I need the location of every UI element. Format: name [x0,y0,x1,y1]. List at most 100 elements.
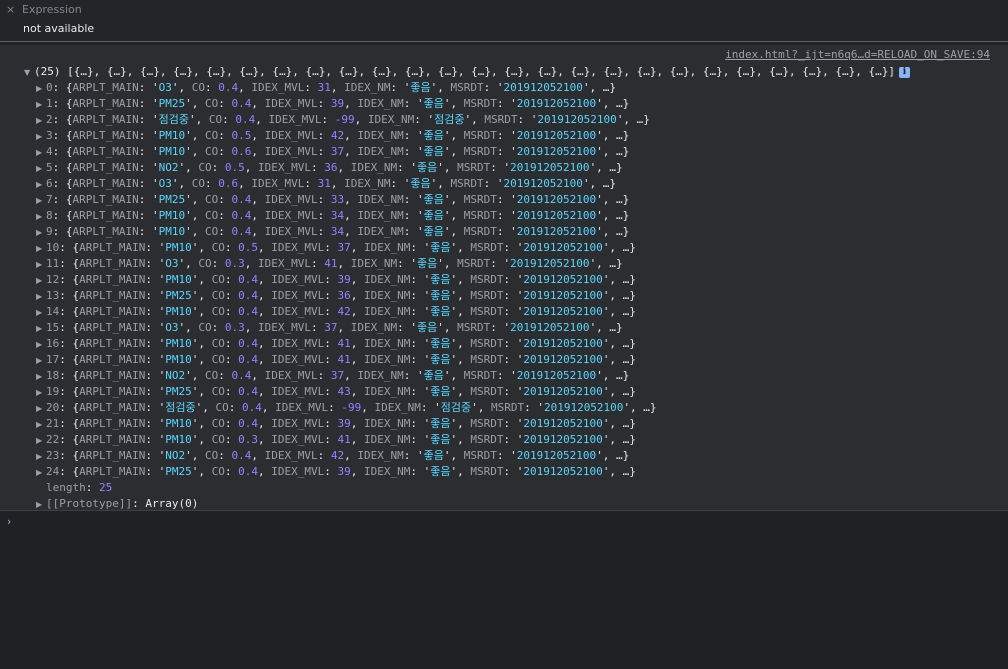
array-item-row[interactable]: ▶ 11: {ARPLT_MAIN: 'O3', CO: 0.3, IDEX_MV… [36,256,657,272]
punctuation: : { [59,353,80,366]
close-icon[interactable]: × [6,3,18,17]
punctuation: , [330,81,345,94]
value-arplt-main: O3 [165,321,179,334]
array-summary[interactable]: ▼ (25) [{…}, {…}, {…}, {…}, {…}, {…}, {…}… [24,64,910,80]
expand-arrow-icon[interactable]: ▶ [36,449,46,465]
punctuation: : [324,273,338,286]
expand-arrow-icon[interactable]: ▶ [36,81,46,97]
array-item-row[interactable]: ▶ 16: {ARPLT_MAIN: 'PM10', CO: 0.4, IDEX_… [36,336,657,352]
array-item-row[interactable]: ▶ 18: {ARPLT_MAIN: 'NO2', CO: 0.4, IDEX_M… [36,368,657,384]
punctuation: : ' [517,113,538,126]
key-arplt-main: ARPLT_MAIN [79,433,146,446]
array-item-row[interactable]: ▶ 14: {ARPLT_MAIN: 'PM10', CO: 0.4, IDEX_… [36,304,657,320]
expand-arrow-icon[interactable]: ▶ [36,385,46,401]
array-item-row[interactable]: ▶ 0: {ARPLT_MAIN: 'O3', CO: 0.4, IDEX_MVL… [36,80,657,96]
array-item-row[interactable]: ▶ 19: {ARPLT_MAIN: 'PM25', CO: 0.4, IDEX_… [36,384,657,400]
info-icon[interactable]: i [898,66,910,78]
expand-arrow-icon[interactable]: ▶ [36,417,46,433]
key-idex-mvl: IDEX_MVL [251,81,305,94]
key-idex-mvl: IDEX_MVL [271,433,325,446]
expand-arrow-icon[interactable]: ▶ [36,177,46,193]
value-arplt-main: PM10 [165,273,192,286]
key-idex-nm: IDEX_NM [357,129,404,142]
expand-arrow-icon[interactable]: ▶ [36,337,46,353]
expand-arrow-icon[interactable]: ▶ [36,465,46,481]
punctuation: , [344,129,358,142]
array-item-row[interactable]: ▶ 24: {ARPLT_MAIN: 'PM25', CO: 0.4, IDEX_… [36,464,657,480]
array-item-row[interactable]: ▶ 4: {ARPLT_MAIN: 'PM10', CO: 0.6, IDEX_M… [36,144,657,160]
array-item-row[interactable]: ▶ 22: {ARPLT_MAIN: 'PM10', CO: 0.3, IDEX_… [36,432,657,448]
punctuation: ', [191,273,212,286]
expand-arrow-icon[interactable]: ▶ [36,321,46,337]
array-item-row[interactable]: ▶ 2: {ARPLT_MAIN: '점검중', CO: 0.4, IDEX_MV… [36,112,657,128]
array-item-row[interactable]: ▶ 17: {ARPLT_MAIN: 'PM10', CO: 0.4, IDEX_… [36,352,657,368]
punctuation: : [224,273,239,286]
prototype-row[interactable]: ▶ [[Prototype]]: Array(0) [36,496,657,512]
length-value: 25 [99,481,113,494]
value-arplt-main: NO2 [158,161,179,174]
array-item-row[interactable]: ▶ 6: {ARPLT_MAIN: 'O3', CO: 0.6, IDEX_MVL… [36,176,657,192]
value-arplt-main: 점검중 [158,113,189,126]
punctuation: , [251,209,265,222]
array-item-row[interactable]: ▶ 5: {ARPLT_MAIN: 'NO2', CO: 0.5, IDEX_MV… [36,160,657,176]
punctuation: ', [195,401,216,414]
key-msrdt: MSRDT [470,241,504,254]
expand-arrow-icon[interactable]: ▶ [36,273,46,289]
key-msrdt: MSRDT [470,433,504,446]
expand-arrow-icon[interactable]: ▶ [36,225,46,241]
expand-arrow-icon[interactable]: ▶ [36,305,46,321]
array-item-row[interactable]: ▶ 3: {ARPLT_MAIN: 'PM10', CO: 0.5, IDEX_M… [36,128,657,144]
punctuation: : ' [414,113,435,126]
array-item-row[interactable]: ▶ 8: {ARPLT_MAIN: 'PM10', CO: 0.4, IDEX_M… [36,208,657,224]
array-item-row[interactable]: ▶ 7: {ARPLT_MAIN: 'PM25', CO: 0.4, IDEX_M… [36,192,657,208]
expand-arrow-icon[interactable]: ▶ [36,129,46,145]
punctuation: : [224,289,239,302]
expand-arrow-icon[interactable]: ▶ [36,161,46,177]
punctuation: : [324,305,338,318]
console-input[interactable]: › [0,512,1008,669]
expand-arrow-icon[interactable]: ▶ [36,369,46,385]
punctuation: : [218,449,232,462]
prototype-key: [[Prototype]] [46,497,133,510]
expand-arrow-icon[interactable]: ▶ [36,353,46,369]
expand-arrow-icon[interactable]: ▶ [36,145,46,161]
punctuation: , [244,257,258,270]
punctuation: : ' [145,465,166,478]
key-msrdt: MSRDT [470,273,504,286]
array-item-row[interactable]: ▶ 9: {ARPLT_MAIN: 'PM10', CO: 0.4, IDEX_M… [36,224,657,240]
array-item-row[interactable]: ▶ 20: {ARPLT_MAIN: '점검중', CO: 0.4, IDEX_M… [36,400,657,416]
array-item-row[interactable]: ▶ 1: {ARPLT_MAIN: 'PM25', CO: 0.4, IDEX_M… [36,96,657,112]
expand-arrow-icon[interactable]: ▶ [36,209,46,225]
expand-arrow-icon[interactable]: ▶ [36,401,46,417]
array-item-row[interactable]: ▶ 13: {ARPLT_MAIN: 'PM25', CO: 0.4, IDEX_… [36,288,657,304]
punctuation: ', [443,449,464,462]
value-msrdt: 201912052100 [516,145,597,158]
source-link[interactable]: index.html?_ijt=n6q6…d=RELOAD_ON_SAVE:94 [725,48,990,62]
key-idex-nm: IDEX_NM [363,465,411,478]
value-msrdt: 201912052100 [523,241,603,254]
punctuation: : ' [503,433,524,446]
expand-arrow-icon[interactable]: ▶ [36,97,46,113]
punctuation: ', …} [596,369,630,382]
expand-arrow-icon[interactable]: ▶ [36,289,46,305]
array-item-row[interactable]: ▶ 21: {ARPLT_MAIN: 'PM10', CO: 0.4, IDEX_… [36,416,657,432]
value-idex-mvl: 42 [330,449,345,462]
array-item-row[interactable]: ▶ 10: {ARPLT_MAIN: 'PM10', CO: 0.5, IDEX_… [36,240,657,256]
item-index: 5 [46,161,53,174]
expand-arrow-icon[interactable]: ▶ [36,257,46,273]
punctuation: : ' [490,161,511,174]
array-item-row[interactable]: ▶ 12: {ARPLT_MAIN: 'PM10', CO: 0.4, IDEX_… [36,272,657,288]
expand-arrow-icon[interactable]: ▶ [36,193,46,209]
expand-arrow-icon[interactable]: ▶ [36,497,46,513]
punctuation: : { [52,145,73,158]
expand-arrow-icon[interactable]: ▶ [36,241,46,257]
punctuation: : [324,289,338,302]
array-item-row[interactable]: ▶ 23: {ARPLT_MAIN: 'NO2', CO: 0.4, IDEX_M… [36,448,657,464]
array-item-row[interactable]: ▶ 15: {ARPLT_MAIN: 'O3', CO: 0.3, IDEX_MV… [36,320,657,336]
item-index: 2 [46,113,53,126]
expand-arrow-icon[interactable]: ▶ [36,433,46,449]
expand-arrow-icon[interactable]: ▶ [36,113,46,129]
expand-arrow-icon[interactable]: ▼ [24,65,34,81]
key-idex-nm: IDEX_NM [363,273,411,286]
key-idex-mvl: IDEX_MVL [271,241,325,254]
